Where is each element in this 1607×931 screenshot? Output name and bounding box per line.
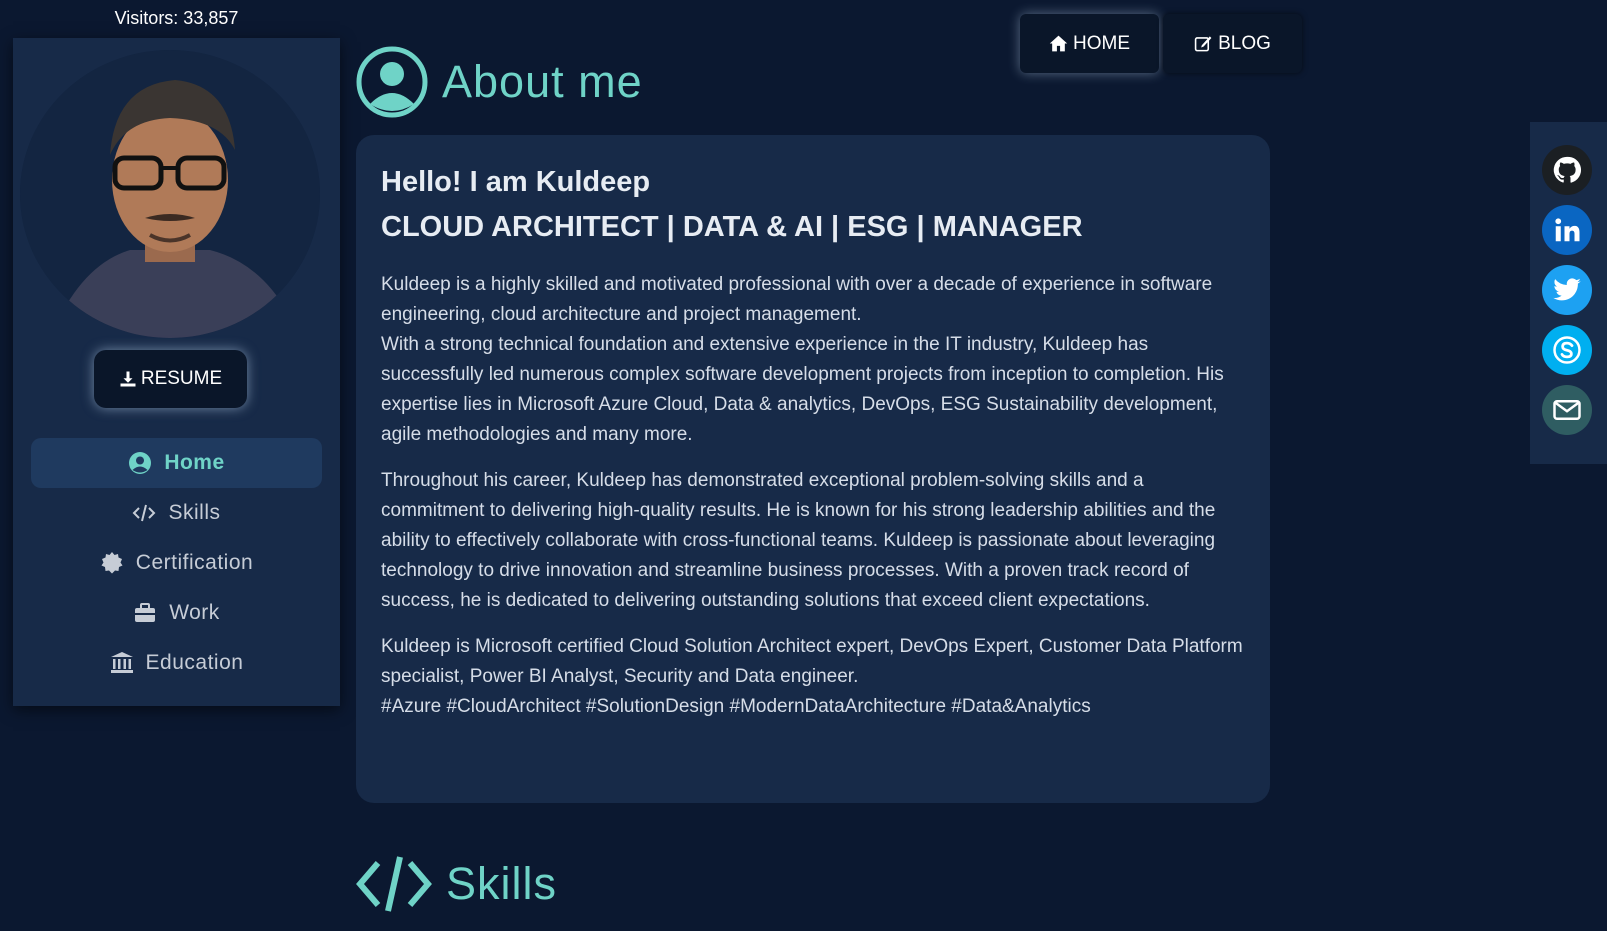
university-icon <box>110 652 133 673</box>
twitter-link[interactable] <box>1542 265 1592 315</box>
greeting: Hello! I am Kuldeep <box>381 166 651 198</box>
about-paragraph-1: Kuldeep is a highly skilled and motivate… <box>381 270 1245 450</box>
resume-button[interactable]: RESUME <box>94 350 247 408</box>
sidebar-item-work[interactable]: Work <box>31 588 322 638</box>
sidebar-item-label: Home <box>164 451 225 474</box>
skype-link[interactable] <box>1542 325 1592 375</box>
sidebar-item-skills[interactable]: Skills <box>31 488 322 538</box>
sidebar-item-label: Education <box>145 651 244 674</box>
sidebar-item-label: Certification <box>135 551 254 574</box>
edit-icon <box>1194 36 1212 52</box>
visitor-counter: Visitors: 33,857 <box>114 8 239 28</box>
about-title: About me <box>442 56 643 107</box>
home-button[interactable]: HOME <box>1020 14 1159 73</box>
hashtags: #Azure #CloudArchitect #SolutionDesign #… <box>381 696 1091 717</box>
sidebar-item-label: Skills <box>168 501 221 524</box>
sidebar-item-label: Work <box>169 601 220 624</box>
skills-title: Skills <box>446 858 558 909</box>
about-paragraph-3-text: Kuldeep is Microsoft certified Cloud Sol… <box>381 636 1243 687</box>
about-paragraph-3: Kuldeep is Microsoft certified Cloud Sol… <box>381 632 1245 722</box>
certificate-icon <box>101 552 123 574</box>
user-circle-icon <box>129 452 152 474</box>
code-icon <box>356 856 432 912</box>
page: Visitors: 33,857 RESUME Home Skills Cert… <box>0 0 1607 931</box>
social-bar <box>1530 122 1607 464</box>
blog-label: BLOG <box>1218 32 1271 54</box>
sidebar-nav: Home Skills Certification Work Education <box>13 438 340 688</box>
about-paragraph-1a: Kuldeep is a highly skilled and motivate… <box>381 274 1213 325</box>
skype-icon <box>1553 336 1581 364</box>
about-card: Hello! I am Kuldeep CLOUD ARCHITECT | DA… <box>356 135 1270 803</box>
briefcase-icon <box>135 603 156 622</box>
user-circle-icon <box>356 46 428 118</box>
linkedin-icon <box>1555 218 1580 242</box>
email-icon <box>1553 400 1581 420</box>
code-icon <box>133 504 156 522</box>
about-paragraph-1b: With a strong technical foundation and e… <box>381 334 1224 445</box>
email-link[interactable] <box>1542 385 1592 435</box>
sidebar-item-home[interactable]: Home <box>31 438 322 488</box>
linkedin-link[interactable] <box>1542 205 1592 255</box>
blog-button[interactable]: BLOG <box>1163 14 1302 73</box>
home-label: HOME <box>1073 32 1130 54</box>
sidebar-item-certification[interactable]: Certification <box>31 538 322 588</box>
role-title: CLOUD ARCHITECT | DATA & AI | ESG | MANA… <box>381 211 1083 243</box>
github-link[interactable] <box>1542 145 1592 195</box>
sidebar-item-education[interactable]: Education <box>31 638 322 688</box>
skills-heading: Skills <box>356 855 557 913</box>
about-heading: About me <box>356 46 643 118</box>
sidebar: RESUME Home Skills Certification Work Ed… <box>13 38 340 706</box>
github-icon <box>1553 156 1582 183</box>
twitter-icon <box>1553 278 1581 301</box>
resume-label: RESUME <box>140 368 223 389</box>
download-icon <box>120 371 136 387</box>
avatar <box>20 50 320 338</box>
home-icon <box>1049 35 1068 52</box>
about-paragraph-2: Throughout his career, Kuldeep has demon… <box>381 470 1216 611</box>
profile-photo <box>20 50 320 338</box>
